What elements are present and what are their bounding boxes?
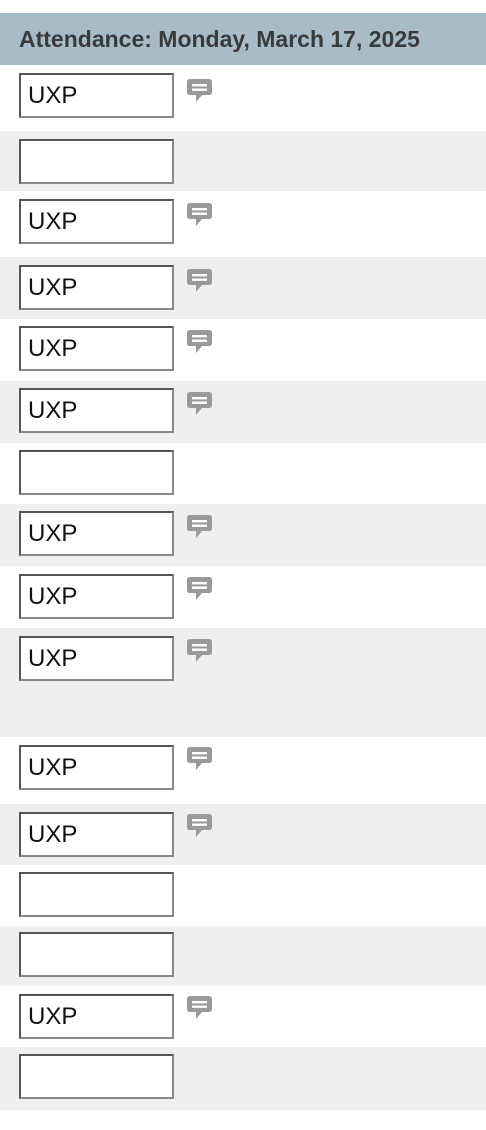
attendance-row (0, 986, 486, 1047)
attendance-row (0, 257, 486, 319)
attendance-code-input[interactable] (19, 994, 174, 1039)
attendance-row (0, 131, 486, 191)
attendance-code-input[interactable] (19, 388, 174, 433)
attendance-row (0, 381, 486, 443)
comment-icon[interactable] (186, 637, 213, 664)
attendance-header: Attendance: Monday, March 17, 2025 (0, 13, 486, 65)
attendance-code-input[interactable] (19, 1054, 174, 1099)
attendance-code-input[interactable] (19, 932, 174, 977)
attendance-code-input[interactable] (19, 265, 174, 310)
attendance-row (0, 737, 486, 804)
attendance-row (0, 1047, 486, 1110)
attendance-code-input[interactable] (19, 636, 174, 681)
attendance-code-input[interactable] (19, 511, 174, 556)
comment-icon[interactable] (186, 994, 213, 1021)
comment-icon[interactable] (186, 390, 213, 417)
attendance-panel: Attendance: Monday, March 17, 2025 (0, 13, 486, 1110)
attendance-row (0, 191, 486, 257)
comment-icon[interactable] (186, 575, 213, 602)
comment-icon[interactable] (186, 77, 213, 104)
attendance-code-input[interactable] (19, 73, 174, 118)
comment-icon[interactable] (186, 201, 213, 228)
attendance-row (0, 504, 486, 566)
comment-icon[interactable] (186, 745, 213, 772)
comment-icon[interactable] (186, 513, 213, 540)
comment-icon[interactable] (186, 328, 213, 355)
attendance-row (0, 443, 486, 504)
attendance-code-input[interactable] (19, 326, 174, 371)
attendance-row (0, 628, 486, 737)
attendance-code-input[interactable] (19, 139, 174, 184)
attendance-code-input[interactable] (19, 812, 174, 857)
attendance-row (0, 865, 486, 926)
attendance-row (0, 319, 486, 381)
attendance-code-input[interactable] (19, 872, 174, 917)
attendance-code-input[interactable] (19, 199, 174, 244)
attendance-row (0, 65, 486, 131)
attendance-row (0, 926, 486, 986)
attendance-code-input[interactable] (19, 574, 174, 619)
attendance-title: Attendance: Monday, March 17, 2025 (19, 26, 420, 52)
attendance-rows (0, 65, 486, 1110)
comment-icon[interactable] (186, 267, 213, 294)
attendance-row (0, 804, 486, 865)
comment-icon[interactable] (186, 812, 213, 839)
attendance-row (0, 566, 486, 628)
attendance-code-input[interactable] (19, 450, 174, 495)
attendance-code-input[interactable] (19, 745, 174, 790)
